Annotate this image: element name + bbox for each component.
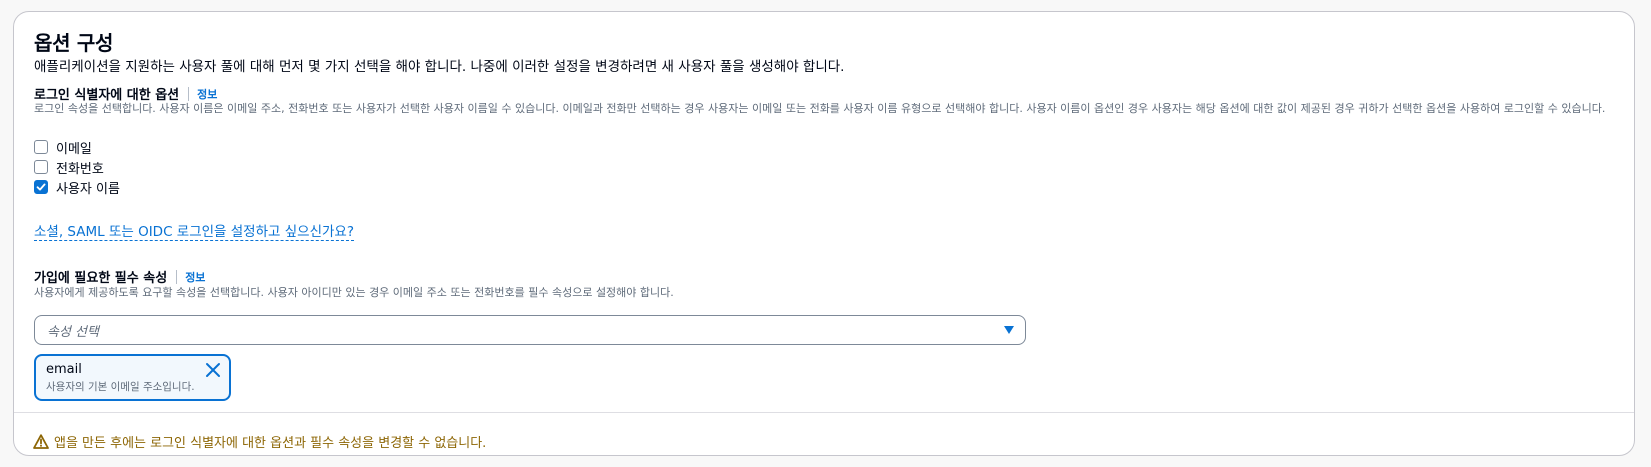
sign-in-options-info-link[interactable]: 정보	[197, 86, 217, 102]
warning-message: 앱을 만든 후에는 로그인 식별자에 대한 옵션과 필수 속성을 변경할 수 없…	[33, 432, 486, 451]
warning-text: 앱을 만든 후에는 로그인 식별자에 대한 옵션과 필수 속성을 변경할 수 없…	[54, 436, 487, 451]
checkbox-phone[interactable]: 전화번호	[34, 158, 104, 177]
sign-in-options-description: 로그인 속성을 선택합니다. 사용자 이름은 이메일 주소, 전화번호 또는 사…	[34, 102, 1606, 115]
required-attributes-info-link[interactable]: 정보	[185, 269, 205, 285]
checkbox-username-label: 사용자 이름	[56, 181, 120, 197]
section-description: 애플리케이션을 지원하는 사용자 풀에 대해 먼저 몇 가지 선택을 해야 합니…	[34, 59, 845, 75]
close-icon[interactable]	[205, 362, 221, 378]
checkbox-email-box[interactable]	[34, 140, 48, 154]
required-attributes-description: 사용자에게 제공하도록 요구할 속성을 선택합니다. 사용자 아이디만 있는 경…	[34, 286, 674, 299]
token-description: 사용자의 기본 이메일 주소입니다.	[46, 381, 195, 393]
footer-divider	[14, 412, 1634, 413]
attribute-select[interactable]: 속성 선택	[34, 315, 1026, 345]
info-divider	[188, 86, 190, 101]
checkbox-email[interactable]: 이메일	[34, 138, 92, 157]
required-attributes-label: 가입에 필요한 필수 속성	[34, 271, 168, 286]
configure-options-container: 옵션 구성 애플리케이션을 지원하는 사용자 풀에 대해 먼저 몇 가지 선택을…	[13, 11, 1635, 456]
required-attributes-label-row: 가입에 필요한 필수 속성 정보	[34, 267, 1614, 286]
federation-setup-link[interactable]: 소셜, SAML 또는 OIDC 로그인을 설정하고 싶으신가요?	[34, 224, 354, 241]
token-title: email	[46, 362, 82, 377]
attribute-select-placeholder: 속성 선택	[47, 324, 99, 340]
checkbox-username[interactable]: 사용자 이름	[34, 178, 120, 197]
checkbox-phone-box[interactable]	[34, 160, 48, 174]
section-title: 옵션 구성	[34, 31, 114, 55]
caret-down-icon[interactable]	[1003, 325, 1015, 335]
warning-icon	[33, 434, 49, 449]
checkbox-username-box[interactable]	[34, 180, 48, 194]
checkmark-icon	[36, 183, 46, 191]
info-divider	[176, 269, 178, 284]
checkbox-email-label: 이메일	[56, 141, 92, 157]
attribute-token-email: email 사용자의 기본 이메일 주소입니다.	[34, 354, 231, 401]
checkbox-phone-label: 전화번호	[56, 161, 104, 177]
